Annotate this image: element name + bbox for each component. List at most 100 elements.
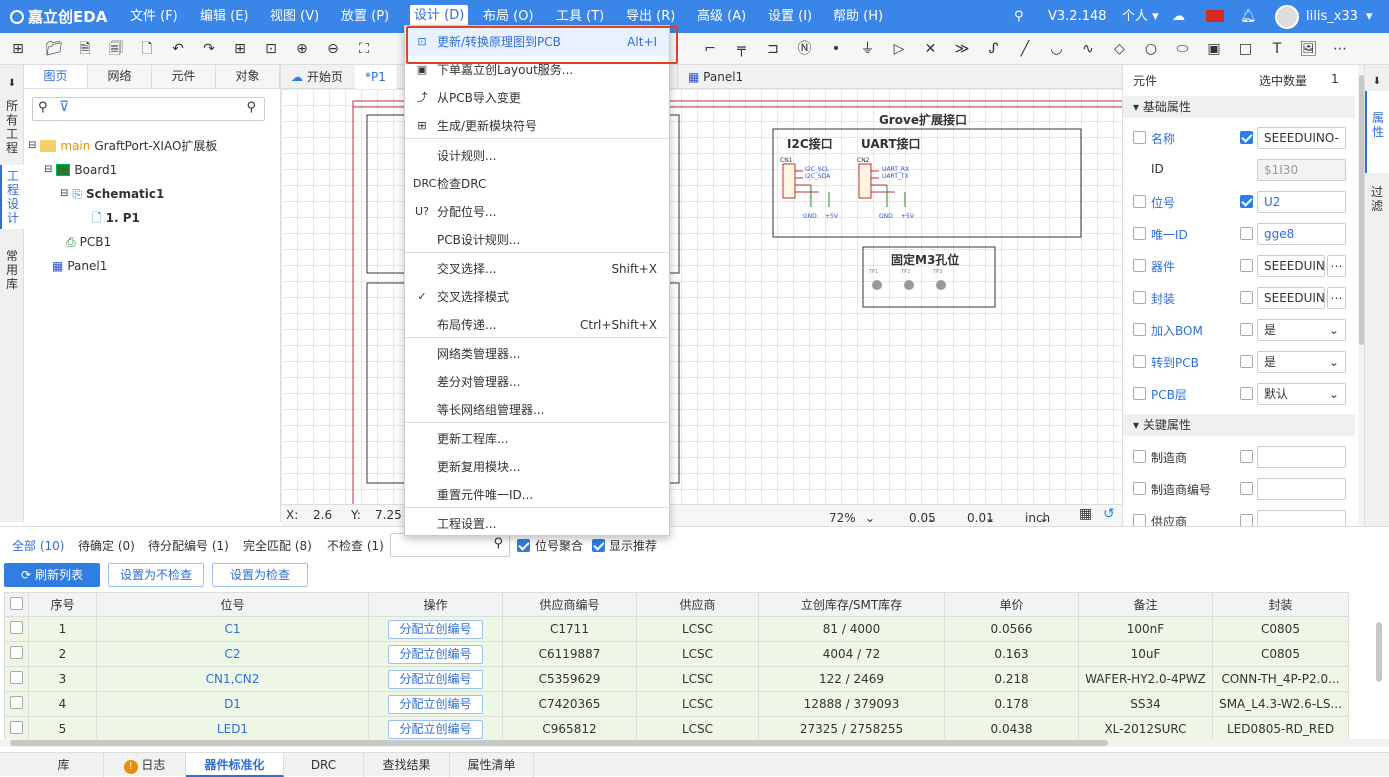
user-avatar[interactable] — [1275, 5, 1299, 29]
pin-icon[interactable]: ⬇ — [1365, 71, 1389, 93]
grid-toggle-icon[interactable]: ▦ — [1079, 506, 1092, 522]
column-header[interactable]: 序号 — [28, 592, 97, 617]
search-icon[interactable]: ⚲ — [1014, 0, 1024, 33]
tab-library[interactable]: 库 — [24, 753, 104, 777]
tree-item-board[interactable]: ⊟ Board1 — [44, 161, 117, 179]
prop-value-checkbox[interactable] — [1240, 450, 1253, 463]
port-icon[interactable]: ▷ — [889, 39, 909, 59]
image-frame-icon[interactable]: ▣ — [1204, 39, 1224, 59]
row-checkbox[interactable] — [10, 721, 23, 734]
prop-value-checkbox[interactable] — [1240, 195, 1253, 208]
filter-tab-1[interactable]: 待确定 (0) — [78, 537, 135, 554]
menu-2[interactable]: 视图 (V) — [270, 0, 319, 33]
component-icon[interactable]: ⊞ — [230, 39, 250, 59]
menu-10[interactable]: 帮助 (H) — [833, 0, 883, 33]
netflag-icon[interactable]: Ⓝ — [795, 39, 815, 59]
prop-value-checkbox[interactable] — [1240, 514, 1253, 526]
assign-lcsc-button[interactable]: 分配立创编号 — [388, 719, 483, 739]
section-basic-props[interactable]: ▾ 基础属性 — [1123, 96, 1355, 118]
design-menu-item-13[interactable]: 等长网络组管理器... — [405, 396, 669, 424]
design-menu-item-7[interactable]: PCB设计规则... — [405, 226, 669, 254]
prop-value-input[interactable] — [1257, 478, 1346, 500]
tab-component-standardization[interactable]: 器件标准化 — [186, 753, 284, 777]
row-checkbox[interactable] — [10, 621, 23, 634]
vertical-scrollbar-thumb[interactable] — [1376, 622, 1382, 682]
prop-show-checkbox[interactable] — [1133, 291, 1146, 304]
table-row[interactable]: 5 LED1 分配立创编号 C965812 LCSC 27325 / 2758255 0.0… — [4, 716, 1349, 742]
user-menu-chevron-icon[interactable]: ▾ — [1366, 0, 1373, 33]
column-header[interactable]: 封装 — [1212, 592, 1349, 617]
column-header[interactable]: 供应商 — [636, 592, 759, 617]
search-component-icon[interactable]: ⊡ — [261, 39, 281, 59]
prop-show-checkbox[interactable] — [1133, 514, 1146, 526]
polyline-icon[interactable]: ◇ — [1110, 39, 1130, 59]
save-all-icon[interactable]: 🗐 — [106, 39, 126, 59]
junction-icon[interactable]: • — [826, 39, 846, 59]
user-name[interactable]: lilis_x33 — [1306, 0, 1358, 33]
row-select[interactable] — [4, 616, 29, 642]
collapse-icon[interactable]: ⊟ — [44, 161, 52, 179]
prop-value-input[interactable]: gge8 — [1257, 223, 1346, 245]
tree-item-panel[interactable]: ▦ Panel1 — [52, 257, 107, 275]
filter-icon[interactable]: ⊽ — [59, 99, 69, 115]
tree-item-page[interactable]: 🗋︎ 1. P1 — [92, 209, 140, 227]
design-menu-item-12[interactable]: 差分对管理器... — [405, 368, 669, 396]
prop-show-checkbox[interactable] — [1133, 387, 1146, 400]
prop-value-checkbox[interactable] — [1240, 355, 1253, 368]
prop-value-input[interactable] — [1257, 510, 1346, 526]
cell-designator[interactable]: C2 — [96, 641, 369, 667]
line-icon[interactable]: ╱ — [1015, 39, 1035, 59]
no-connect-icon[interactable]: ✕ — [921, 39, 941, 59]
design-menu-item-14[interactable]: 更新工程库... — [405, 425, 669, 453]
tab-panel1[interactable]: ▦ Panel1 — [677, 65, 753, 89]
arc-icon[interactable]: ◡ — [1047, 39, 1067, 59]
assign-lcsc-button[interactable]: 分配立创编号 — [388, 669, 483, 689]
prop-value-input[interactable]: 是 ⌄ — [1257, 351, 1346, 373]
design-menu-item-16[interactable]: 重置元件唯一ID... — [405, 481, 669, 509]
design-menu-item-4[interactable]: 设计规则... — [405, 142, 669, 170]
tab-p1[interactable]: *P1 — [355, 65, 396, 89]
menu-8[interactable]: 高级 (A) — [697, 0, 746, 33]
design-menu-item-3[interactable]: ⊞ 生成/更新模块符号 — [405, 112, 669, 140]
tree-item-pcb[interactable]: ⎙ PCB1 — [66, 233, 111, 251]
save-icon[interactable]: 🗎 — [75, 39, 95, 59]
table-row[interactable]: 2 C2 分配立创编号 C6119887 LCSC 4004 / 72 0.163 10uF C… — [4, 641, 1349, 667]
column-header[interactable]: 操作 — [368, 592, 503, 617]
tab-start-page[interactable]: ☁ 开始页 — [281, 65, 353, 89]
collapse-icon[interactable]: ⊟ — [60, 185, 68, 203]
prop-value-checkbox[interactable] — [1240, 387, 1253, 400]
column-header[interactable]: 单价 — [944, 592, 1079, 617]
vtab-project-design[interactable]: 工程设计 — [0, 165, 24, 229]
filter-tab-2[interactable]: 待分配编号 (1) — [148, 537, 229, 554]
panel-search-input[interactable]: ⚲ ⊽ ⚲ — [32, 97, 265, 121]
assign-lcsc-button[interactable]: 分配立创编号 — [388, 619, 483, 639]
filter-tab-0[interactable]: 全部 (10) — [12, 537, 64, 554]
search-submit-icon[interactable]: ⚲ — [246, 100, 256, 115]
horizontal-scrollbar[interactable] — [0, 739, 1389, 747]
tab-log[interactable]: ! 日志 — [104, 753, 186, 777]
design-menu-item-17[interactable]: 工程设置... — [405, 510, 669, 538]
prop-show-checkbox[interactable] — [1133, 482, 1146, 495]
diff-pair-icon[interactable]: ≫ — [952, 39, 972, 59]
table-row[interactable]: 1 C1 分配立创编号 C1711 LCSC 81 / 4000 0.0566 100nF C0… — [4, 616, 1349, 642]
history-icon[interactable]: 🗋 — [137, 39, 157, 59]
scrollbar-thumb[interactable] — [10, 740, 1108, 746]
rect-icon[interactable]: □ — [1236, 39, 1256, 59]
prop-value-checkbox[interactable] — [1240, 291, 1253, 304]
vtab-properties[interactable]: 属性 — [1365, 91, 1389, 173]
prop-value-checkbox[interactable] — [1240, 131, 1253, 144]
menu-1[interactable]: 编辑 (E) — [200, 0, 249, 33]
tree-item-project[interactable]: ⊟ main GraftPort-XIAO扩展板 — [28, 137, 217, 155]
row-select[interactable] — [4, 691, 29, 717]
cell-designator[interactable]: LED1 — [96, 716, 369, 742]
tab-objects[interactable]: 对象 — [216, 65, 280, 88]
select-all-checkbox[interactable] — [10, 596, 23, 610]
tab-property-list[interactable]: 属性清单 — [450, 753, 534, 777]
row-select[interactable] — [4, 666, 29, 692]
tree-item-schematic[interactable]: ⊟ ⎘ Schematic1 — [60, 185, 164, 203]
menu-4[interactable]: 设计 (D) — [410, 5, 469, 27]
prop-show-checkbox[interactable] — [1133, 195, 1146, 208]
prop-value-checkbox[interactable] — [1240, 323, 1253, 336]
design-menu-item-15[interactable]: 更新复用模块... — [405, 453, 669, 481]
collapse-icon[interactable]: ⊟ — [28, 137, 36, 155]
